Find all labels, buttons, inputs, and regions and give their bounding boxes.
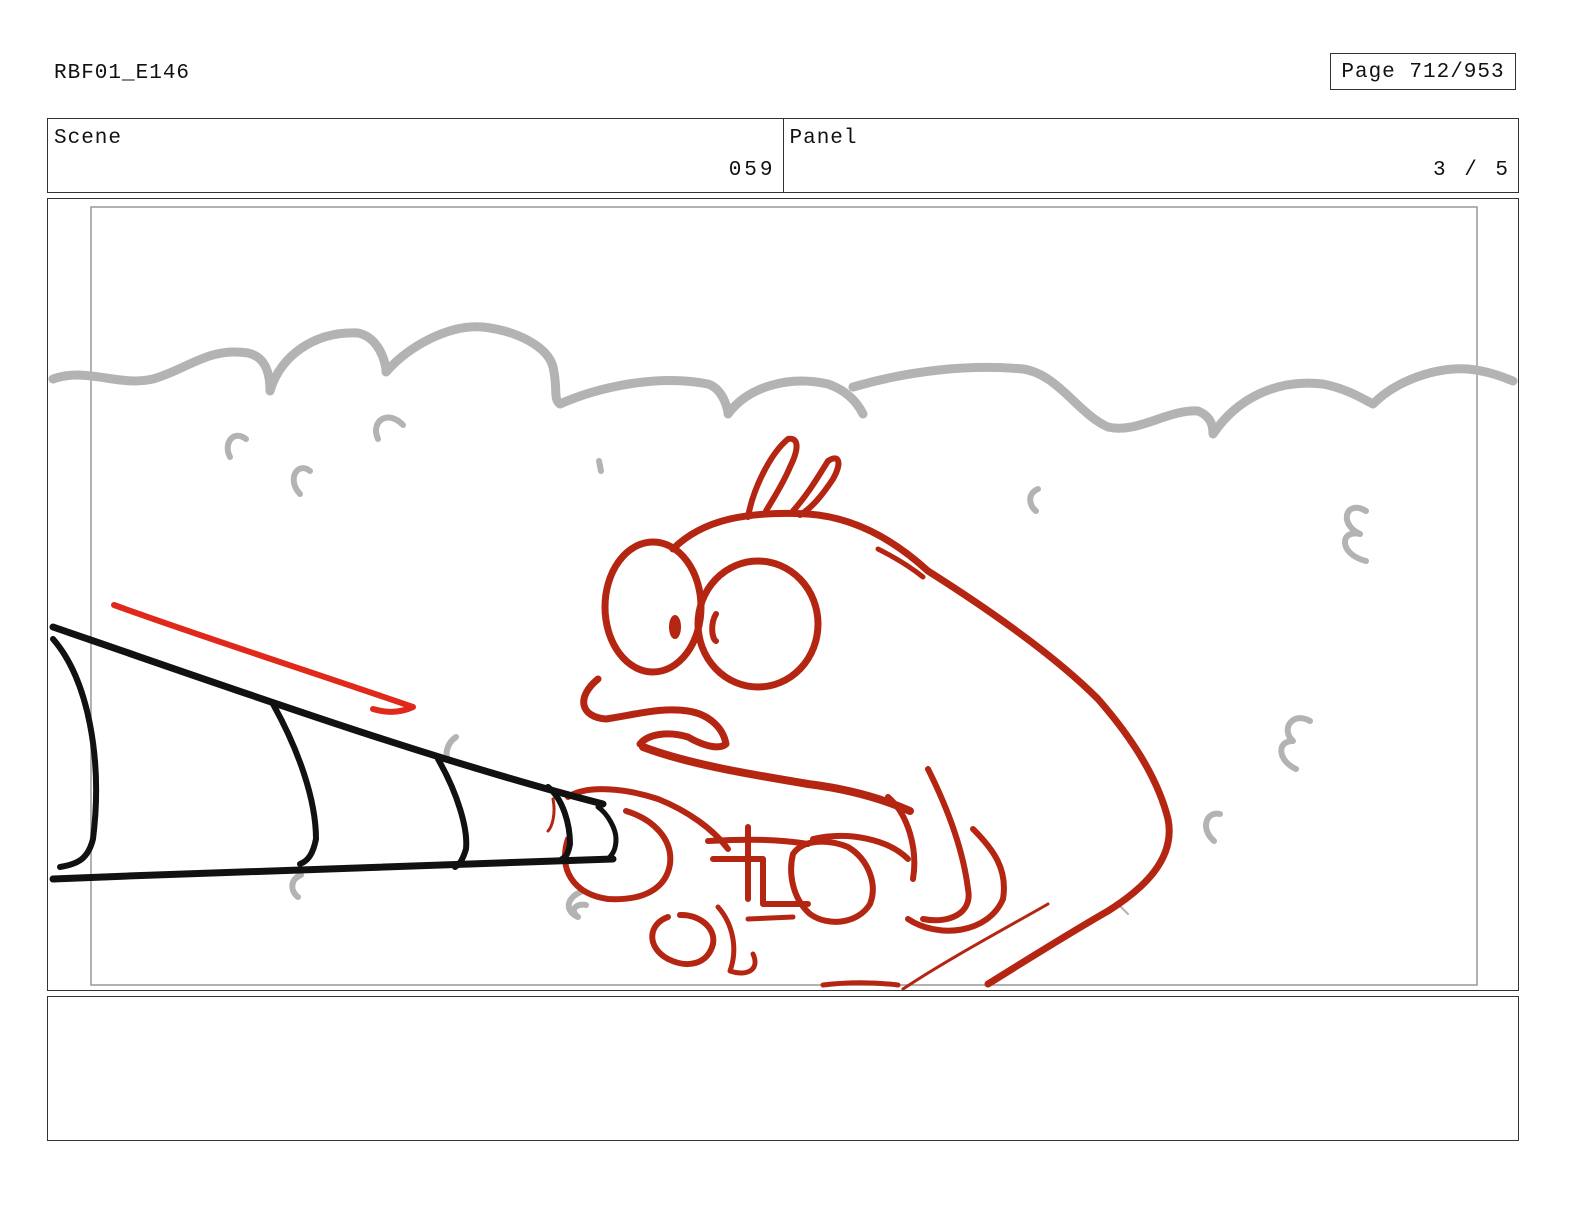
telescope-object (49, 623, 619, 883)
bushes-background (48, 322, 1518, 920)
storyboard-panel (47, 198, 1519, 991)
scene-panel-header: Scene 059 Panel 3 / 5 (47, 118, 1519, 193)
scene-label: Scene (54, 127, 123, 150)
panel-drawing (48, 206, 1518, 990)
character-sketch (546, 435, 1173, 990)
panel-label: Panel (789, 127, 858, 150)
storyboard-title: RBF01_E146 (54, 62, 191, 85)
scene-cell: Scene 059 (48, 119, 783, 192)
panel-cell: Panel 3 / 5 (782, 119, 1519, 192)
panel-number: 3 / 5 (1432, 159, 1511, 182)
scene-number: 059 (728, 159, 776, 182)
page-counter: Page 712/953 (1330, 53, 1516, 90)
notes-area (47, 996, 1519, 1141)
